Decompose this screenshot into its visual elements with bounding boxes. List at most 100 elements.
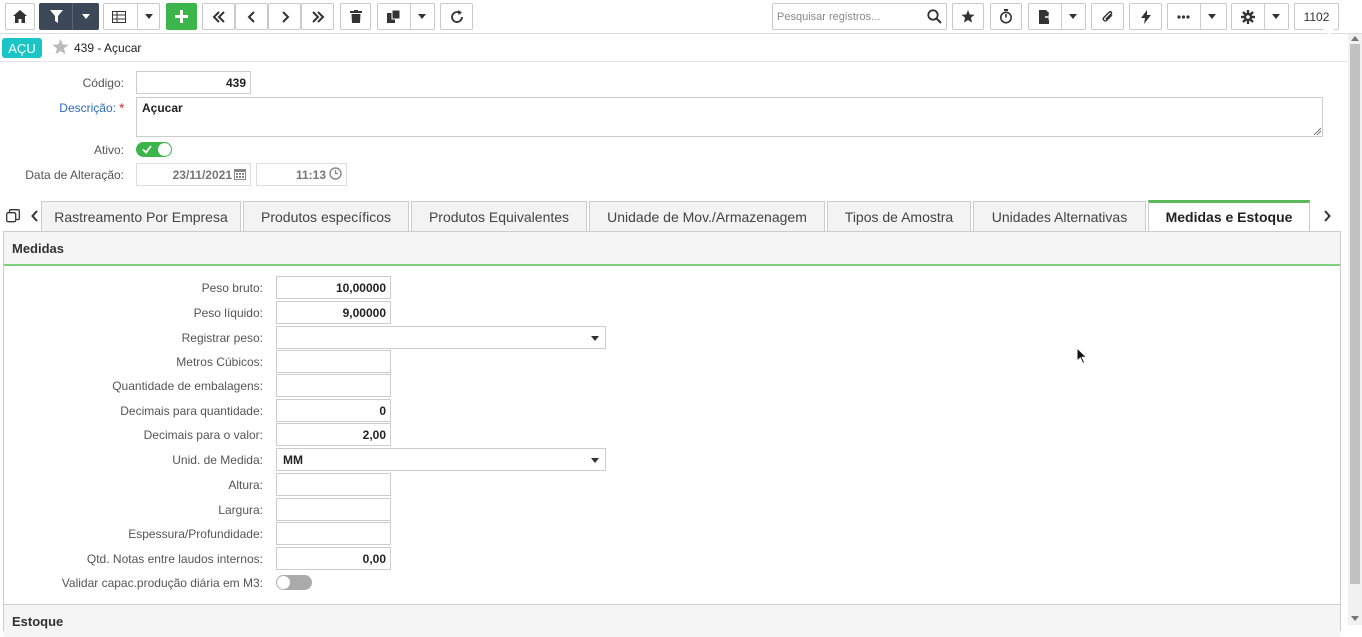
duplicate-button[interactable] [377,3,435,30]
codigo-field[interactable]: 439 [136,71,251,94]
tab-unidade-mov[interactable]: Unidade de Mov./Armazenagem [589,201,825,231]
add-record-button[interactable] [166,3,197,30]
tab-produtos-equivalentes[interactable]: Produtos Equivalentes [411,201,587,231]
next-record-button[interactable] [268,3,301,30]
scrollbar-thumb[interactable] [1350,44,1360,584]
peso-liquido-label: Peso líquido: [193,306,263,320]
report-button[interactable] [1028,3,1086,30]
decimais-valor-field[interactable]: 2,00 [276,423,391,446]
tabs-scroll-left-icon[interactable] [31,210,39,222]
decimais-qtd-field[interactable]: 0 [276,399,391,422]
paperclip-icon [1102,10,1112,22]
favorite-button[interactable] [952,3,984,30]
settings-button[interactable] [1231,3,1289,30]
qtd-notas-label: Qtd. Notas entre laudos internos: [86,552,263,566]
ativo-label: Ativo: [93,143,124,157]
unid-medida-select[interactable]: MM [276,448,606,471]
previous-record-button[interactable] [235,3,268,30]
qtd-notas-field[interactable]: 0,00 [276,547,391,570]
medidas-estoque-panel: Medidas Peso bruto: 10,00000 Peso líquid… [3,231,1341,637]
timer-button[interactable] [990,3,1022,30]
filter-dropdown-icon[interactable] [82,14,90,19]
stopwatch-icon [1000,9,1012,24]
search-input[interactable] [773,4,923,29]
descricao-label-text: Descrição: [59,101,116,115]
metros-cubicos-field[interactable] [276,350,391,373]
section-accent-line [4,264,1340,266]
tabs-scroll-right-icon[interactable] [1323,210,1331,222]
report-dropdown-icon[interactable] [1069,14,1077,19]
tabs-bar: Rastreamento Por Empresa Produtos especí… [0,200,1348,232]
last-record-button[interactable] [301,3,334,30]
tab-tipos-amostra[interactable]: Tipos de Amostra [827,201,971,231]
espessura-field[interactable] [276,522,391,545]
home-icon [13,10,27,23]
codigo-label: Código: [82,76,124,90]
bolt-icon [1140,9,1151,24]
ativo-toggle[interactable] [136,142,172,157]
double-chevron-right-icon [311,10,324,23]
record-count-pointer [1323,29,1335,35]
actions-button[interactable] [1129,3,1162,30]
favorite-star-icon[interactable] [52,39,69,55]
tab-produtos-especificos[interactable]: Produtos específicos [243,201,409,231]
estoque-section-header[interactable]: Estoque [4,604,1340,637]
filter-icon [50,10,63,23]
grid-icon [112,10,126,23]
metros-cubicos-label: Metros Cúbicos: [176,355,263,369]
tab-medidas-estoque[interactable]: Medidas e Estoque [1148,200,1310,231]
decimais-valor-label: Decimais para o valor: [143,428,263,442]
search-box [772,3,947,30]
page-scrollbar[interactable] [1348,34,1362,625]
filter-button[interactable] [39,3,99,30]
altura-label: Altura: [228,478,263,492]
view-dropdown-icon[interactable] [145,14,153,19]
tab-rastreamento[interactable]: Rastreamento Por Empresa [41,201,241,231]
espessura-label: Espessura/Profundidade: [128,527,263,541]
star-icon [961,10,975,23]
attachment-button[interactable] [1091,3,1124,30]
largura-field[interactable] [276,498,391,521]
registrar-peso-select[interactable] [276,326,606,349]
refresh-button[interactable] [440,3,473,30]
view-grid-button[interactable] [103,3,160,30]
toggle-knob [158,143,171,156]
copy-icon [387,10,401,23]
search-icon[interactable] [927,9,942,24]
peso-liquido-field[interactable]: 9,00000 [276,301,391,324]
gear-icon [1241,9,1255,24]
data-alteracao-label: Data de Alteração: [25,168,124,182]
more-dropdown-icon[interactable] [1208,14,1216,19]
medidas-section-header[interactable]: Medidas [4,232,1340,265]
chevron-right-icon [281,10,289,23]
tab-unidades-alternativas[interactable]: Unidades Alternativas [973,201,1146,231]
home-button[interactable] [5,3,35,30]
chevron-left-icon [247,10,255,23]
qtd-embalagens-field[interactable] [276,374,391,397]
duplicate-dropdown-icon[interactable] [418,14,426,19]
more-options-button[interactable] [1167,3,1227,30]
resize-handle-icon[interactable] [1313,127,1321,135]
unid-medida-value: MM [283,452,303,467]
first-record-button[interactable] [202,3,235,30]
plus-icon [175,10,188,23]
peso-bruto-label: Peso bruto: [201,281,263,295]
scroll-down-icon[interactable] [1351,616,1359,621]
decimais-qtd-label: Decimais para quantidade: [120,404,263,418]
delete-button[interactable] [340,3,371,30]
scroll-up-icon[interactable] [1351,36,1359,41]
trash-icon [349,10,362,23]
record-badge: AÇU [2,38,42,58]
window-copy-icon[interactable] [6,209,20,223]
validar-capac-toggle[interactable] [276,575,312,590]
refresh-icon [450,9,463,23]
record-count-badge: 1102 [1294,3,1339,30]
altura-field[interactable] [276,473,391,496]
check-icon [142,145,152,154]
chevron-down-icon [591,458,599,463]
calendar-icon [234,169,246,180]
descricao-textarea[interactable]: Açucar [136,97,1323,137]
main-toolbar: 1102 [0,0,1362,35]
peso-bruto-field[interactable]: 10,00000 [276,276,391,299]
settings-dropdown-icon[interactable] [1272,14,1280,19]
